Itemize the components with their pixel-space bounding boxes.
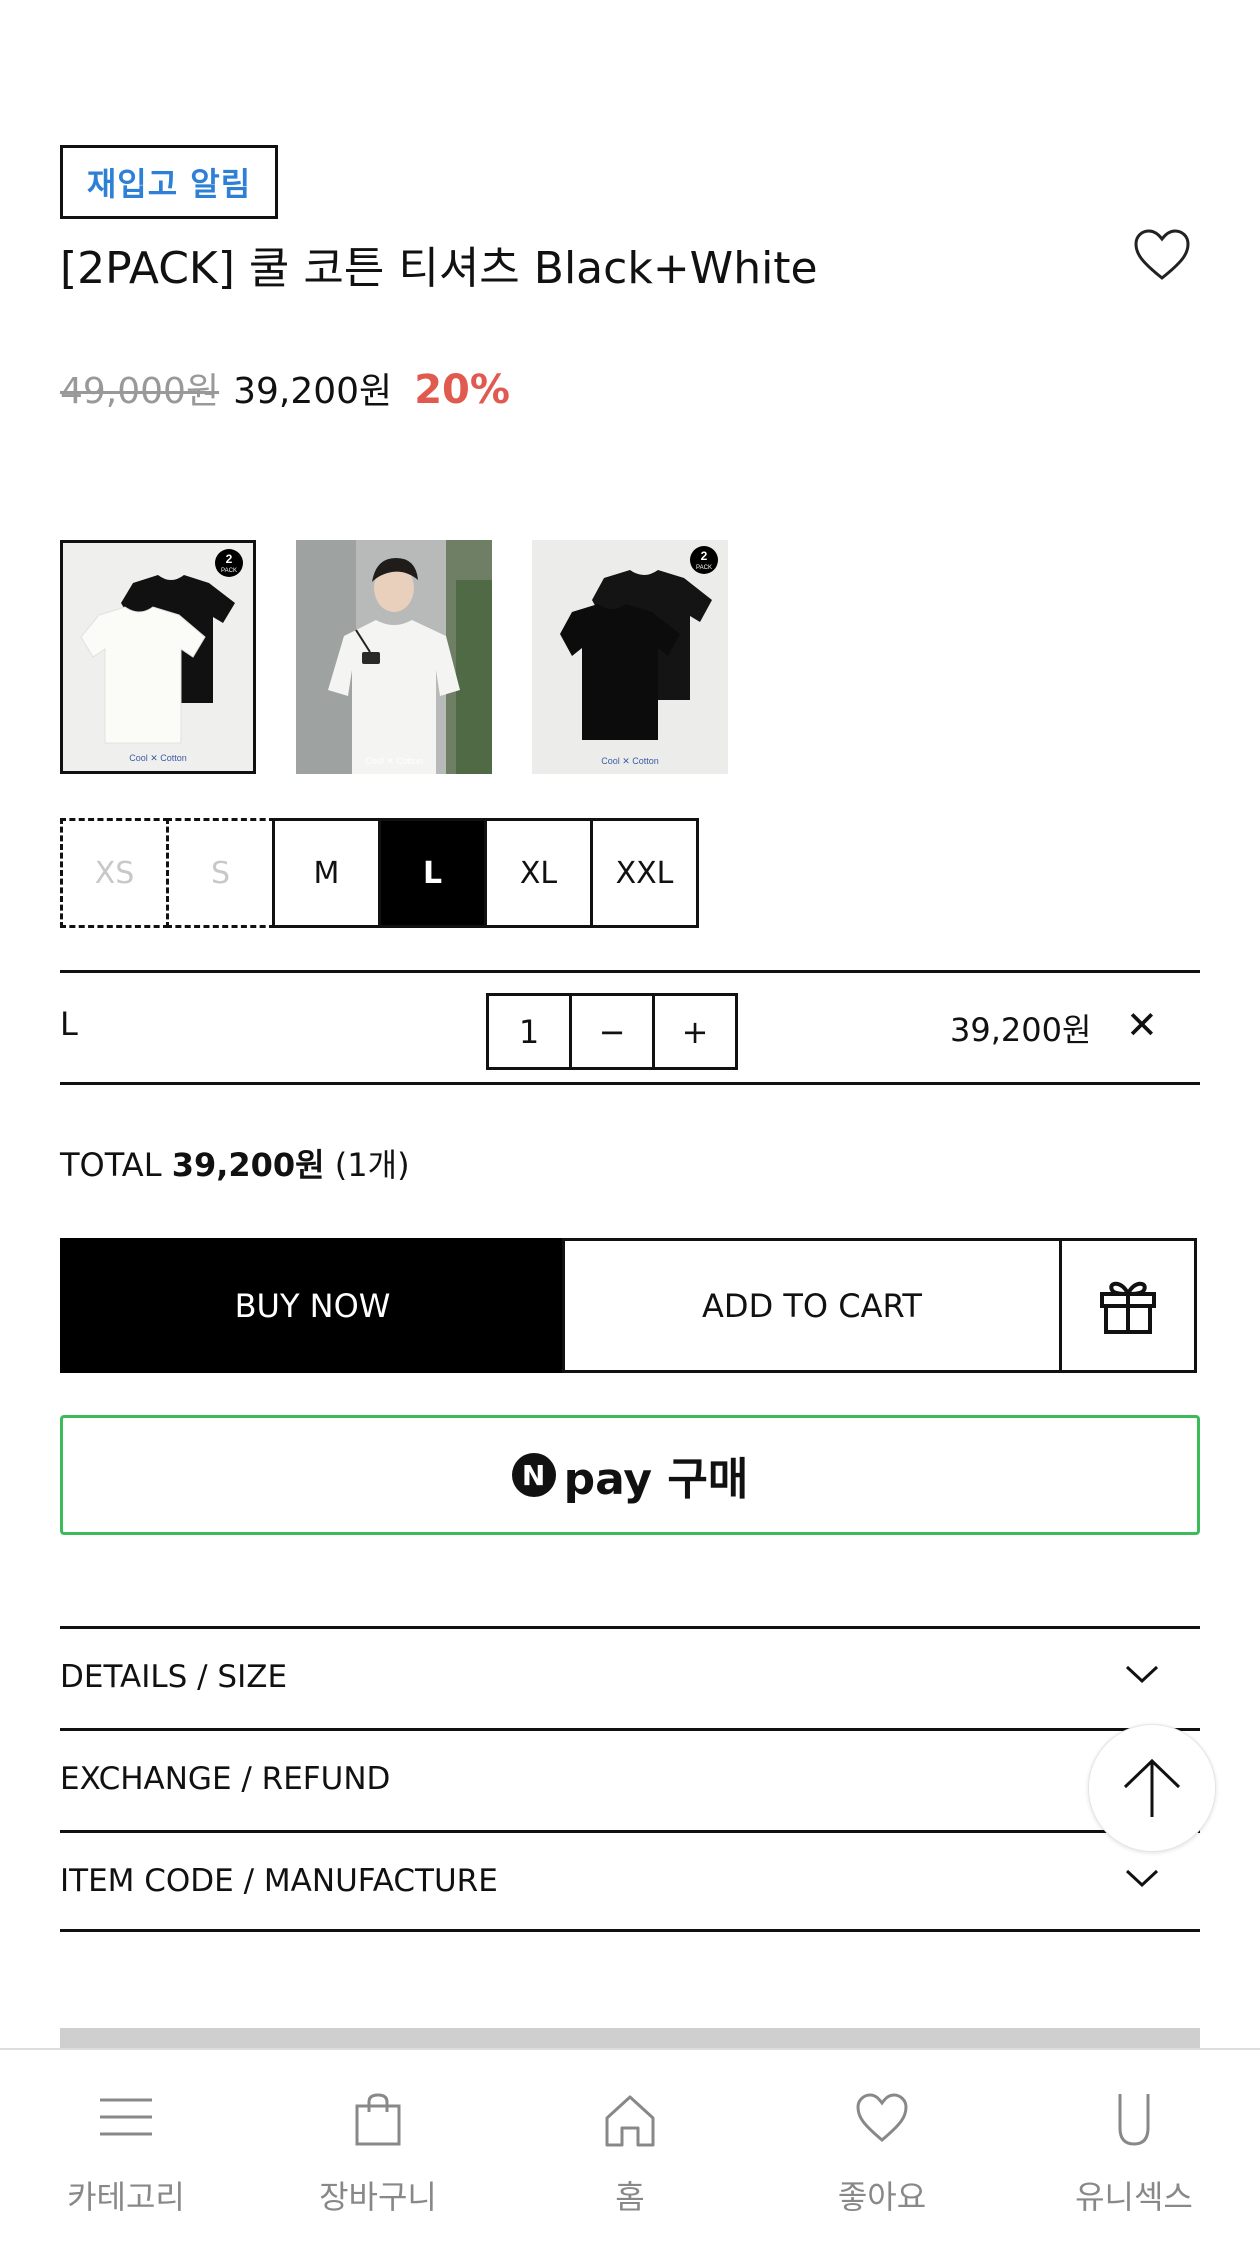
bottom-nav: 카테고리 장바구니 홈 좋아요 유니섹스 — [0, 2048, 1260, 2246]
nav-item-cart[interactable]: 장바구니 — [252, 2050, 504, 2246]
add-to-cart-button[interactable]: ADD TO CART — [562, 1238, 1062, 1373]
remove-option-close-icon[interactable]: ✕ — [1126, 1003, 1158, 1047]
nav-label: 장바구니 — [319, 2178, 437, 2216]
size-option-s[interactable]: S — [166, 818, 275, 928]
accordion-label: ITEM CODE / MANUFACTURE — [60, 1863, 498, 1899]
nav-label: 좋아요 — [837, 2178, 927, 2216]
nav-label: 카테고리 — [67, 2178, 185, 2216]
thumb-black-pack[interactable]: 2 PACK Cool ✕ Cotton — [532, 540, 728, 774]
original-price: 49,000원 — [60, 371, 220, 412]
unisex-icon — [1118, 2094, 1150, 2146]
accordion-label: EXCHANGE / REFUND — [60, 1761, 391, 1797]
sale-price: 39,200원 — [233, 371, 393, 412]
scroll-to-top-button[interactable] — [1088, 1724, 1216, 1852]
bag-icon — [355, 2093, 401, 2146]
section-divider-bar — [60, 2028, 1200, 2050]
product-title: [2PACK] 쿨 코튼 티셔츠 Black+White — [60, 243, 818, 294]
accordion-item-code[interactable]: ITEM CODE / MANUFACTURE — [60, 1830, 1200, 1932]
size-option-xs[interactable]: XS — [60, 818, 169, 928]
total-prefix: TOTAL — [60, 1146, 162, 1184]
pack-badge-num: 2 — [701, 549, 708, 563]
thumb-caption: Cool ✕ Cotton — [365, 756, 423, 766]
npay-buy-button[interactable]: N pay 구매 — [60, 1415, 1200, 1535]
npay-logo-icon: N — [511, 1453, 556, 1497]
price-row: 49,000원 39,200원 20% — [60, 362, 510, 414]
nav-label: 유니섹스 — [1075, 2178, 1193, 2216]
selected-option-row: L 1 − + 39,200원 ✕ — [60, 970, 1200, 1085]
home-icon — [605, 2095, 655, 2147]
size-option-m[interactable]: M — [272, 818, 381, 928]
nav-item-likes[interactable]: 좋아요 — [756, 2050, 1008, 2246]
total-count: (1개) — [334, 1146, 410, 1184]
heart-icon — [856, 2093, 908, 2142]
quantity-plus-button[interactable]: + — [652, 993, 738, 1070]
accordion-details-size[interactable]: DETAILS / SIZE — [60, 1626, 1200, 1728]
size-option-xxl[interactable]: XXL — [590, 818, 699, 928]
nav-item-home[interactable]: 홈 — [504, 2050, 756, 2246]
chevron-down-icon — [1125, 1665, 1159, 1684]
thumb-caption: Cool ✕ Cotton — [601, 756, 659, 766]
nav-item-unisex[interactable]: 유니섹스 — [1008, 2050, 1260, 2246]
gift-button[interactable] — [1059, 1238, 1197, 1373]
nav-label: 홈 — [615, 2178, 645, 2216]
arrow-up-icon — [1123, 1758, 1181, 1817]
size-option-l[interactable]: L — [378, 818, 487, 928]
thumb-model-photo[interactable]: Cool ✕ Cotton — [296, 540, 492, 774]
size-option-xl[interactable]: XL — [484, 818, 593, 928]
accordion-label: DETAILS / SIZE — [60, 1659, 288, 1695]
gift-icon — [1100, 1281, 1156, 1334]
discount-rate: 20% — [414, 367, 510, 413]
total-amount: 39,200원 — [171, 1146, 325, 1184]
selected-option-label: L — [60, 1005, 78, 1043]
pack-badge-text: PACK — [221, 568, 237, 574]
wishlist-heart-icon[interactable] — [1132, 228, 1192, 284]
selected-option-price: 39,200원 — [950, 1011, 1092, 1049]
quantity-value[interactable]: 1 — [486, 993, 572, 1070]
pack-badge-num: 2 — [226, 552, 233, 566]
quantity-minus-button[interactable]: − — [569, 993, 655, 1070]
npay-label: pay 구매 — [563, 1454, 749, 1505]
size-selector: XS S M L XL XXL — [60, 818, 699, 928]
thumb-caption: Cool ✕ Cotton — [129, 753, 187, 763]
total-summary: TOTAL 39,200원 (1개) — [60, 1140, 410, 1186]
chevron-down-icon — [1125, 1869, 1159, 1888]
menu-icon — [100, 2098, 152, 2136]
quantity-stepper: 1 − + — [486, 993, 738, 1070]
pack-badge-text: PACK — [696, 565, 712, 571]
nav-item-category[interactable]: 카테고리 — [0, 2050, 252, 2246]
accordion-exchange-refund[interactable]: EXCHANGE / REFUND — [60, 1728, 1200, 1830]
restock-alert-button[interactable]: 재입고 알림 — [60, 145, 278, 219]
thumb-black-white-pack[interactable]: 2 PACK Cool ✕ Cotton — [60, 540, 256, 774]
buy-now-button[interactable]: BUY NOW — [60, 1238, 565, 1373]
